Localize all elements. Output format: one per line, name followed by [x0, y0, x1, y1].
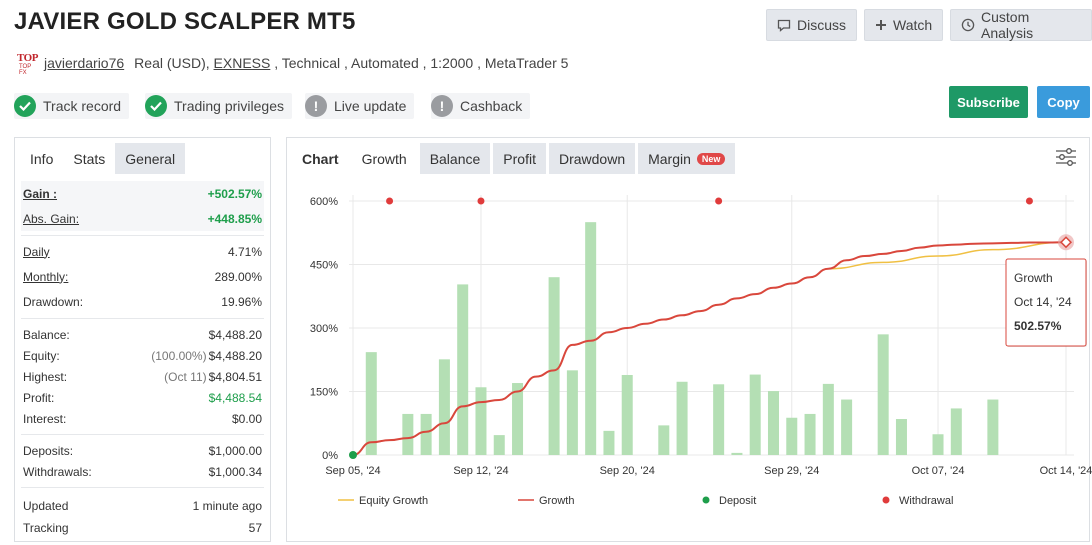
highest-date: (Oct 11) [164, 369, 207, 384]
highest-label: Highest: [23, 369, 68, 384]
discuss-label: Discuss [797, 17, 847, 33]
drawdown-value: 19.96% [221, 294, 262, 309]
profit-label: Profit: [23, 390, 55, 405]
deposits-label: Deposits: [23, 443, 74, 458]
stats-tabs: Info Stats General [15, 138, 270, 176]
tab-chart[interactable]: Chart [292, 143, 349, 174]
monthly-value: 289.00% [214, 269, 262, 284]
updated-label: Updated [23, 498, 69, 513]
page-title: JAVIER GOLD SCALPER MT5 [14, 8, 356, 35]
tab-balance[interactable]: Balance [419, 143, 491, 174]
interest-label: Interest: [23, 411, 67, 426]
clock-icon [961, 18, 975, 32]
abs-gain-value: +448.85% [207, 211, 262, 226]
username-link[interactable]: javierdario76 [44, 55, 124, 71]
gain-label[interactable]: Gain : [23, 187, 57, 201]
equity-value: $4,488.20 [208, 348, 262, 363]
subscribe-button[interactable]: Subscribe [949, 86, 1028, 118]
account-meta: TOP TOP FX javierdario76 Real (USD), EXN… [16, 52, 569, 76]
stats-list: Gain : +502.57% Abs. Gain: +448.85% Daily 4… [21, 181, 264, 540]
tracking-label: Tracking [23, 520, 69, 535]
tab-stats[interactable]: Stats [63, 143, 116, 174]
drawdown-label: Drawdown: [23, 294, 84, 309]
badge-label: Cashback [460, 98, 523, 114]
plus-icon [875, 19, 887, 31]
chart-tabs: Chart Growth Balance Profit Drawdown Mar… [287, 138, 1089, 176]
badge-label: Live update [334, 98, 407, 114]
tab-growth[interactable]: Growth [351, 143, 417, 174]
copy-button[interactable]: Copy [1037, 86, 1090, 118]
balance-value: $4,488.20 [208, 327, 262, 342]
account-details: , Technical , Automated , 1:2000 , MetaT… [270, 55, 569, 71]
check-icon [14, 95, 36, 117]
interest-value: $0.00 [231, 411, 262, 426]
deposits-value: $1,000.00 [208, 443, 262, 458]
badge-track-record[interactable]: Track record [14, 93, 130, 119]
watch-button[interactable]: Watch [864, 9, 944, 41]
tracking-value: 57 [248, 520, 262, 535]
broker-link[interactable]: EXNESS [214, 55, 271, 71]
tab-margin[interactable]: Margin New [638, 143, 736, 174]
abs-gain-label[interactable]: Abs. Gain: [23, 212, 79, 226]
daily-label[interactable]: Daily [23, 245, 50, 259]
new-badge: New [696, 152, 726, 165]
chart-settings-icon[interactable] [1055, 147, 1077, 172]
equity-pct: (100.00%) [151, 348, 207, 363]
updated-value: 1 minute ago [192, 498, 262, 513]
daily-value: 4.71% [227, 244, 262, 259]
withdrawals-value: $1,000.34 [208, 464, 262, 479]
balance-label: Balance: [23, 327, 70, 342]
tab-profit[interactable]: Profit [493, 143, 546, 174]
exclamation-icon: ! [305, 95, 327, 117]
tab-margin-label: Margin [648, 150, 691, 167]
badge-cashback[interactable]: ! Cashback [431, 93, 531, 119]
tab-info[interactable]: Info [20, 143, 64, 174]
monthly-label[interactable]: Monthly: [23, 270, 68, 284]
gain-value: +502.57% [207, 186, 262, 201]
withdrawals-label: Withdrawals: [23, 464, 92, 479]
badge-live-update[interactable]: ! Live update [305, 93, 415, 119]
account-type: Real (USD), [134, 55, 214, 71]
broker-logo: TOP TOP FX [17, 52, 38, 76]
check-icon [145, 95, 167, 117]
highest-value: $4,804.51 [208, 369, 262, 384]
tab-drawdown[interactable]: Drawdown [548, 143, 636, 174]
profit-value: $4,488.54 [208, 390, 262, 405]
custom-analysis-label: Custom Analysis [981, 9, 1034, 41]
tab-general[interactable]: General [115, 143, 186, 174]
badge-trading-privileges[interactable]: Trading privileges [145, 93, 292, 119]
stats-panel: Info Stats General Gain : +502.57% Abs. G… [14, 137, 271, 542]
watch-label: Watch [893, 17, 933, 33]
chart-panel: Chart Growth Balance Profit Drawdown Mar… [286, 137, 1090, 542]
custom-analysis-button[interactable]: Custom Analysis [950, 9, 1092, 41]
discuss-button[interactable]: Discuss [766, 9, 858, 41]
badge-label: Trading privileges [174, 98, 284, 114]
exclamation-icon: ! [431, 95, 453, 117]
equity-label: Equity: [23, 348, 60, 363]
chat-icon [777, 19, 791, 32]
badge-label: Track record [43, 98, 122, 114]
